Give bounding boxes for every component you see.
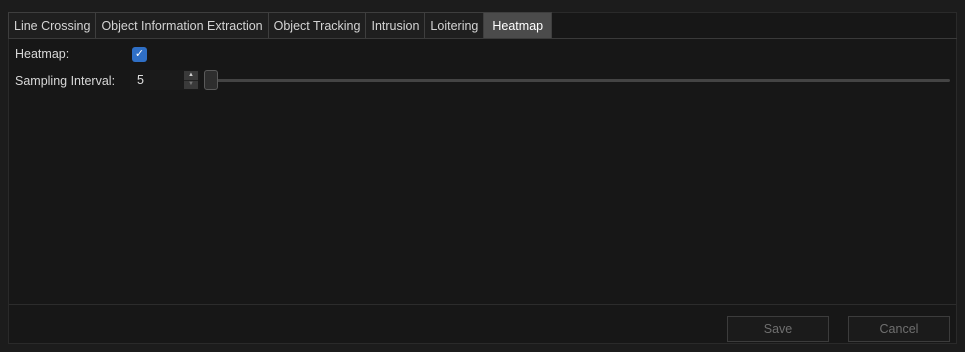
tab-line-crossing[interactable]: Line Crossing	[8, 12, 97, 38]
spinbox-buttons: ▲ ▼	[184, 71, 198, 89]
heatmap-label: Heatmap:	[15, 47, 70, 61]
sampling-interval-slider-track[interactable]	[206, 79, 950, 82]
cancel-button[interactable]: Cancel	[848, 316, 950, 342]
checkmark-icon: ✓	[134, 48, 145, 60]
tab-loitering[interactable]: Loitering	[424, 12, 485, 38]
settings-panel	[8, 12, 957, 344]
sampling-interval-spinbox[interactable]: 5 ▲ ▼	[130, 70, 200, 90]
sampling-interval-label: Sampling Interval:	[15, 74, 116, 88]
save-button[interactable]: Save	[727, 316, 829, 342]
tab-object-information-extraction[interactable]: Object Information Extraction	[95, 12, 269, 38]
tab-heatmap[interactable]: Heatmap	[483, 12, 553, 38]
footer-divider	[9, 304, 956, 305]
tab-intrusion[interactable]: Intrusion	[365, 12, 426, 38]
heatmap-checkbox[interactable]: ✓	[132, 47, 147, 62]
sampling-interval-slider-handle[interactable]	[204, 70, 218, 90]
tab-object-tracking[interactable]: Object Tracking	[267, 12, 367, 38]
tab-bar: Line Crossing Object Information Extract…	[8, 12, 957, 39]
sampling-interval-value: 5	[137, 73, 144, 87]
spin-down-icon[interactable]: ▼	[184, 80, 198, 89]
